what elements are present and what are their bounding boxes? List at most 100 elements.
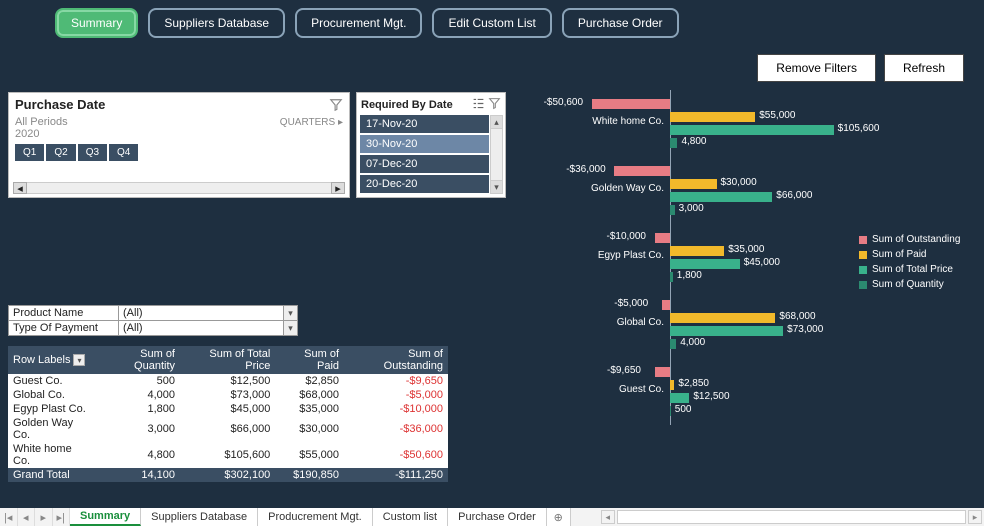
bar-label: $2,850	[678, 378, 709, 389]
slicer-title: Purchase Date	[15, 97, 105, 112]
bar-label: $45,000	[744, 257, 780, 268]
table-row: White home Co.4,800$105,600$55,000-$50,6…	[8, 442, 448, 468]
nav-procurement[interactable]: Procurement Mgt.	[295, 8, 422, 38]
slicer-q3[interactable]: Q3	[78, 144, 107, 161]
hscroll-right[interactable]: ▸	[968, 510, 982, 524]
sheet-nav-first[interactable]: |◂	[0, 508, 18, 526]
nav-suppliers[interactable]: Suppliers Database	[148, 8, 285, 38]
slicer2-scrollbar[interactable]: ▴ ▾	[490, 115, 503, 194]
bar-label: -$50,600	[544, 97, 583, 108]
bar-label: $68,000	[779, 311, 815, 322]
bar-label: $73,000	[787, 324, 823, 335]
bar-total	[670, 393, 689, 403]
sheet-tab[interactable]: Suppliers Database	[141, 508, 258, 526]
sheet-nav-last[interactable]: ▸|	[53, 508, 71, 526]
bar-qty	[670, 205, 675, 215]
chart-category: -$50,600White home Co.$55,000$105,6004,8…	[514, 94, 974, 156]
bar-outstanding	[614, 166, 670, 176]
table-row: Egyp Plast Co.1,800$45,000$35,000-$10,00…	[8, 402, 448, 416]
date-item[interactable]: 20-Dec-20	[360, 175, 489, 193]
clear-filter-icon-2[interactable]	[485, 97, 501, 113]
slicer-year: 2020	[9, 128, 349, 140]
bar-paid	[670, 380, 674, 390]
multiselect-icon[interactable]	[469, 97, 485, 113]
chart-category-label: Golden Way Co.	[514, 183, 664, 194]
bar-label: 500	[675, 404, 692, 415]
legend-qty: Sum of Quantity	[872, 279, 944, 290]
filter-payment-type-dropdown[interactable]: ▾	[283, 321, 297, 335]
rowlabels-dropdown-icon[interactable]: ▾	[73, 354, 85, 366]
chart-category-label: Egyp Plast Co.	[514, 250, 664, 261]
bar-label: -$5,000	[614, 298, 648, 309]
col-outstanding: Sum of Outstanding	[344, 346, 448, 374]
sheet-nav-next[interactable]: ▸	[35, 508, 53, 526]
scroll-down-icon[interactable]: ▾	[491, 180, 502, 193]
hscroll-left[interactable]: ◂	[601, 510, 615, 524]
col-total: Sum of Total Price	[180, 346, 275, 374]
legend-total: Sum of Total Price	[872, 264, 953, 275]
sheet-nav-prev[interactable]: ◂	[18, 508, 36, 526]
bar-label: -$36,000	[566, 164, 605, 175]
chart-legend: Sum of Outstanding Sum of Paid Sum of To…	[859, 234, 974, 294]
pivot-filters: Product Name (All) ▾ Type Of Payment (Al…	[8, 305, 298, 336]
bar-qty	[670, 138, 677, 148]
date-item[interactable]: 17-Nov-20	[360, 115, 489, 133]
col-qty: Sum of Quantity	[94, 346, 180, 374]
table-grand-total: Grand Total14,100$302,100$190,850-$111,2…	[8, 468, 448, 482]
bar-outstanding	[655, 233, 671, 243]
table-row: Golden Way Co.3,000$66,000$30,000-$36,00…	[8, 416, 448, 442]
bar-label: 3,000	[679, 203, 704, 214]
nav-summary[interactable]: Summary	[55, 8, 138, 38]
table-row: Global Co.4,000$73,000$68,000-$5,000	[8, 388, 448, 402]
table-row: Guest Co.500$12,500$2,850-$9,650	[8, 374, 448, 388]
chart-category: -$9,650Guest Co.$2,850$12,500500	[514, 362, 974, 424]
bar-paid	[670, 313, 775, 323]
sheet-tab-strip: |◂ ◂ ▸ ▸| SummarySuppliers DatabaseProdu…	[0, 508, 984, 526]
sheet-add-button[interactable]: ⊕	[547, 508, 571, 526]
bar-label: $105,600	[838, 123, 880, 134]
remove-filters-button[interactable]: Remove Filters	[757, 54, 876, 82]
legend-outstanding: Sum of Outstanding	[872, 234, 960, 245]
slicer2-title: Required By Date	[361, 99, 453, 111]
bar-label: 1,800	[677, 270, 702, 281]
slicer-q1[interactable]: Q1	[15, 144, 44, 161]
bar-label: $12,500	[693, 391, 729, 402]
slicer-level-label[interactable]: QUARTERS ▸	[280, 117, 343, 128]
pivot-table: Row Labels▾ Sum of Quantity Sum of Total…	[8, 346, 448, 482]
bar-total	[670, 192, 772, 202]
bar-label: 4,000	[680, 337, 705, 348]
bar-qty	[670, 406, 671, 416]
bar-qty	[670, 272, 673, 282]
bar-outstanding	[655, 367, 670, 377]
slicer-q4[interactable]: Q4	[109, 144, 138, 161]
slicer-scroll-left[interactable]: ◂	[13, 182, 27, 194]
slicer-scroll-right[interactable]: ▸	[331, 182, 345, 194]
bar-label: 4,800	[681, 136, 706, 147]
slicer-all-periods[interactable]: All Periods	[15, 116, 68, 128]
date-item[interactable]: 30-Nov-20	[360, 135, 489, 153]
slicer-scroll-track[interactable]	[27, 182, 331, 194]
bar-label: $35,000	[728, 244, 764, 255]
clear-filter-icon[interactable]	[329, 98, 343, 112]
col-rowlabels[interactable]: Row Labels▾	[8, 346, 94, 374]
filter-payment-type-label: Type Of Payment	[9, 321, 119, 335]
hscroll-track[interactable]	[617, 510, 966, 524]
date-item[interactable]: 07-Dec-20	[360, 155, 489, 173]
sheet-tab[interactable]: Producrement Mgt.	[258, 508, 373, 526]
filter-product-name-label: Product Name	[9, 306, 119, 320]
scroll-up-icon[interactable]: ▴	[491, 116, 502, 129]
slicer-q2[interactable]: Q2	[46, 144, 75, 161]
nav-purchase-order[interactable]: Purchase Order	[562, 8, 679, 38]
filter-product-name-dropdown[interactable]: ▾	[283, 306, 297, 320]
bar-label: $55,000	[759, 110, 795, 121]
filter-payment-type-value: (All)	[119, 321, 283, 335]
chart-category-label: Global Co.	[514, 317, 664, 328]
sheet-tab[interactable]: Custom list	[373, 508, 448, 526]
sheet-tab[interactable]: Purchase Order	[448, 508, 547, 526]
bar-paid	[670, 179, 717, 189]
nav-edit-custom-list[interactable]: Edit Custom List	[432, 8, 551, 38]
refresh-button[interactable]: Refresh	[884, 54, 964, 82]
bar-total	[670, 125, 834, 135]
summary-bar-chart: -$50,600White home Co.$55,000$105,6004,8…	[514, 90, 974, 435]
sheet-tab[interactable]: Summary	[70, 508, 141, 526]
